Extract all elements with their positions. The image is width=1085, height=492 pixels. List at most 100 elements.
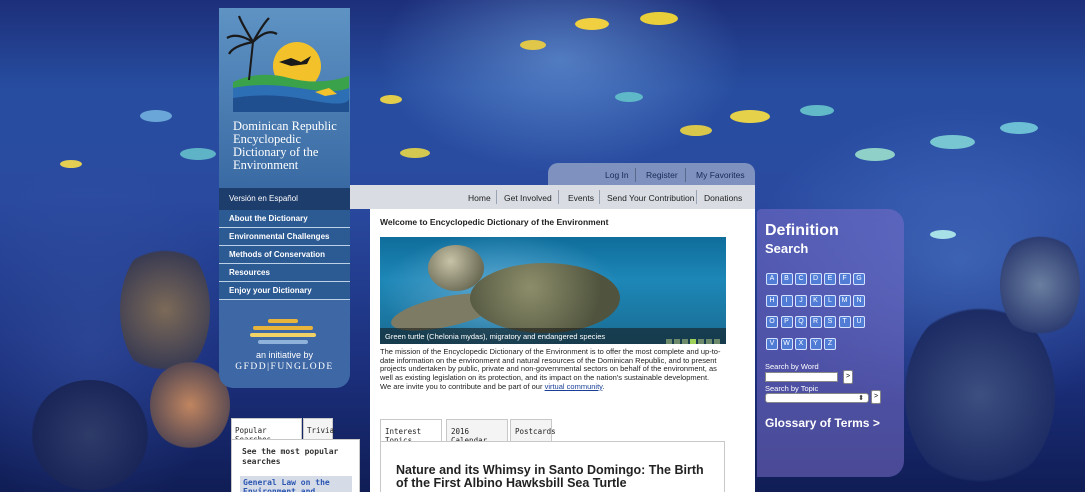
nav-send-contribution[interactable]: Send Your Contribution xyxy=(607,193,694,203)
letter-button-r[interactable]: R xyxy=(809,316,822,328)
turtle-image xyxy=(428,245,484,291)
tab-postcards[interactable]: Postcards xyxy=(510,419,556,442)
left-nav-item-challenges[interactable]: Environmental Challenges xyxy=(219,228,350,246)
fish-decoration xyxy=(140,110,172,122)
select-arrow-icon: ⬍ xyxy=(858,395,864,402)
popular-item[interactable]: General Law on the Environment and Natur… xyxy=(240,476,352,492)
tab-interest-topics[interactable]: Interest Topics xyxy=(380,419,442,445)
letter-button-s[interactable]: S xyxy=(824,316,836,328)
slide-dot-active[interactable] xyxy=(690,339,696,344)
fish-decoration xyxy=(800,105,834,116)
fish-decoration xyxy=(930,230,956,239)
foundation-logo[interactable]: an initiative by GFDD|FUNGLODE xyxy=(219,304,350,384)
nav-divider xyxy=(696,190,697,204)
invite-text: We are invite you to contribute and be p… xyxy=(380,381,543,391)
fish-decoration xyxy=(60,160,82,168)
letter-button-n[interactable]: N xyxy=(853,294,865,307)
search-word-go-button[interactable]: > xyxy=(843,370,853,384)
letter-button-z[interactable]: Z xyxy=(824,337,836,350)
definition-search-panel: Definition Search ABCDEFG HIJKLMN OPQRSTU V… xyxy=(757,209,904,477)
slideshow-pager[interactable] xyxy=(664,332,720,344)
letter-button-m[interactable]: M xyxy=(838,294,851,307)
definition-title: Definition xyxy=(765,222,839,239)
spanish-version-link[interactable]: Versión en Español xyxy=(219,188,350,210)
slide-dot[interactable] xyxy=(666,339,672,344)
fish-decoration xyxy=(730,110,770,123)
letter-button-q[interactable]: Q xyxy=(795,316,807,328)
tab-panel: Nature and its Whimsy in Santo Domingo: … xyxy=(380,441,725,492)
fish-decoration xyxy=(520,40,546,50)
main-content: Welcome to Encyclopedic Dictionary of th… xyxy=(370,209,755,492)
nav-divider xyxy=(685,168,686,182)
slide-dot[interactable] xyxy=(714,339,720,344)
main-nav-bar: Home Get Involved Events Send Your Contr… xyxy=(350,185,755,209)
nav-donations[interactable]: Donations xyxy=(704,193,742,203)
article-title[interactable]: Nature and its Whimsy in Santo Domingo: … xyxy=(396,464,716,490)
search-word-input[interactable] xyxy=(765,372,838,382)
fish-decoration xyxy=(615,92,643,102)
turtle-image xyxy=(470,263,620,333)
login-link[interactable]: Log In xyxy=(605,170,629,180)
nav-divider xyxy=(496,190,497,204)
letter-button-x[interactable]: X xyxy=(795,337,807,350)
letter-button-j[interactable]: J xyxy=(795,294,807,307)
nav-get-involved[interactable]: Get Involved xyxy=(504,193,552,203)
virtual-community-link[interactable]: virtual community xyxy=(545,382,603,391)
glossary-link[interactable]: Glossary of Terms > xyxy=(765,416,880,430)
search-topic-go-button[interactable]: > xyxy=(871,390,881,404)
left-nav-item-enjoy[interactable]: Enjoy your Dictionary xyxy=(219,282,350,300)
letter-button-f[interactable]: F xyxy=(838,273,851,285)
register-link[interactable]: Register xyxy=(646,170,678,180)
tab-trivia[interactable]: Trivia xyxy=(303,418,334,440)
tab-popular-searches[interactable]: Popular Searches xyxy=(231,418,302,444)
nav-events[interactable]: Events xyxy=(568,193,594,203)
hero-slideshow[interactable]: Green turtle (Chelonia mydas), migratory… xyxy=(380,237,726,344)
letter-button-e[interactable]: E xyxy=(824,273,836,285)
letter-button-u[interactable]: U xyxy=(853,316,865,328)
definition-subtitle: Search xyxy=(765,241,809,256)
search-topic-select[interactable]: ⬍ xyxy=(765,393,869,403)
letter-button-l[interactable]: L xyxy=(824,294,836,307)
left-nav-item-conservation[interactable]: Methods of Conservation xyxy=(219,246,350,264)
letter-button-b[interactable]: B xyxy=(780,273,793,285)
letter-button-t[interactable]: T xyxy=(838,316,851,328)
letter-button-o[interactable]: O xyxy=(766,316,778,328)
tab-2016-calendar[interactable]: 2016 Calendar xyxy=(446,419,508,445)
letter-button-h[interactable]: H xyxy=(766,294,778,307)
fish-decoration xyxy=(1000,122,1038,134)
nav-home[interactable]: Home xyxy=(468,193,491,203)
slide-dot[interactable] xyxy=(682,339,688,344)
mission-text: The mission of the Encyclopedic Dictiona… xyxy=(380,347,730,392)
page-title: Welcome to Encyclopedic Dictionary of th… xyxy=(380,217,609,227)
coral-decoration xyxy=(30,380,150,490)
foundation-stripes-icon xyxy=(248,316,318,350)
popular-panel: See the most popular searches General La… xyxy=(231,439,360,492)
letter-button-d[interactable]: D xyxy=(809,273,822,285)
letter-button-v[interactable]: V xyxy=(766,337,778,350)
user-nav-bar: Log In Register My Favorites xyxy=(548,163,755,185)
letter-button-p[interactable]: P xyxy=(780,316,793,328)
slide-dot[interactable] xyxy=(706,339,712,344)
initiative-label: an initiative by xyxy=(255,350,314,360)
popular-heading: See the most popular searches xyxy=(242,447,339,466)
slide-dot[interactable] xyxy=(698,339,704,344)
letter-button-c[interactable]: C xyxy=(795,273,807,285)
left-nav-item-about[interactable]: About the Dictionary xyxy=(219,210,350,228)
site-logo[interactable]: Dominican Republic Encyclopedic Dictiona… xyxy=(219,8,350,188)
letter-button-i[interactable]: I xyxy=(780,294,793,307)
fish-decoration xyxy=(180,148,216,160)
favorites-link[interactable]: My Favorites xyxy=(696,170,745,180)
letter-button-w[interactable]: W xyxy=(780,337,793,350)
nav-divider xyxy=(635,168,636,182)
letter-button-g[interactable]: G xyxy=(853,273,865,285)
slide-dot[interactable] xyxy=(674,339,680,344)
letter-button-y[interactable]: Y xyxy=(809,337,822,350)
letter-button-k[interactable]: K xyxy=(809,294,822,307)
left-nav-menu: About the Dictionary Environmental Chall… xyxy=(219,210,350,300)
invite-paragraph: We are invite you to contribute and be p… xyxy=(380,381,730,392)
left-nav-item-resources[interactable]: Resources xyxy=(219,264,350,282)
palm-sun-logo-icon xyxy=(226,15,349,112)
mission-paragraph: The mission of the Encyclopedic Dictiona… xyxy=(380,347,721,383)
coral-decoration xyxy=(120,240,210,380)
letter-button-a[interactable]: A xyxy=(766,273,778,285)
